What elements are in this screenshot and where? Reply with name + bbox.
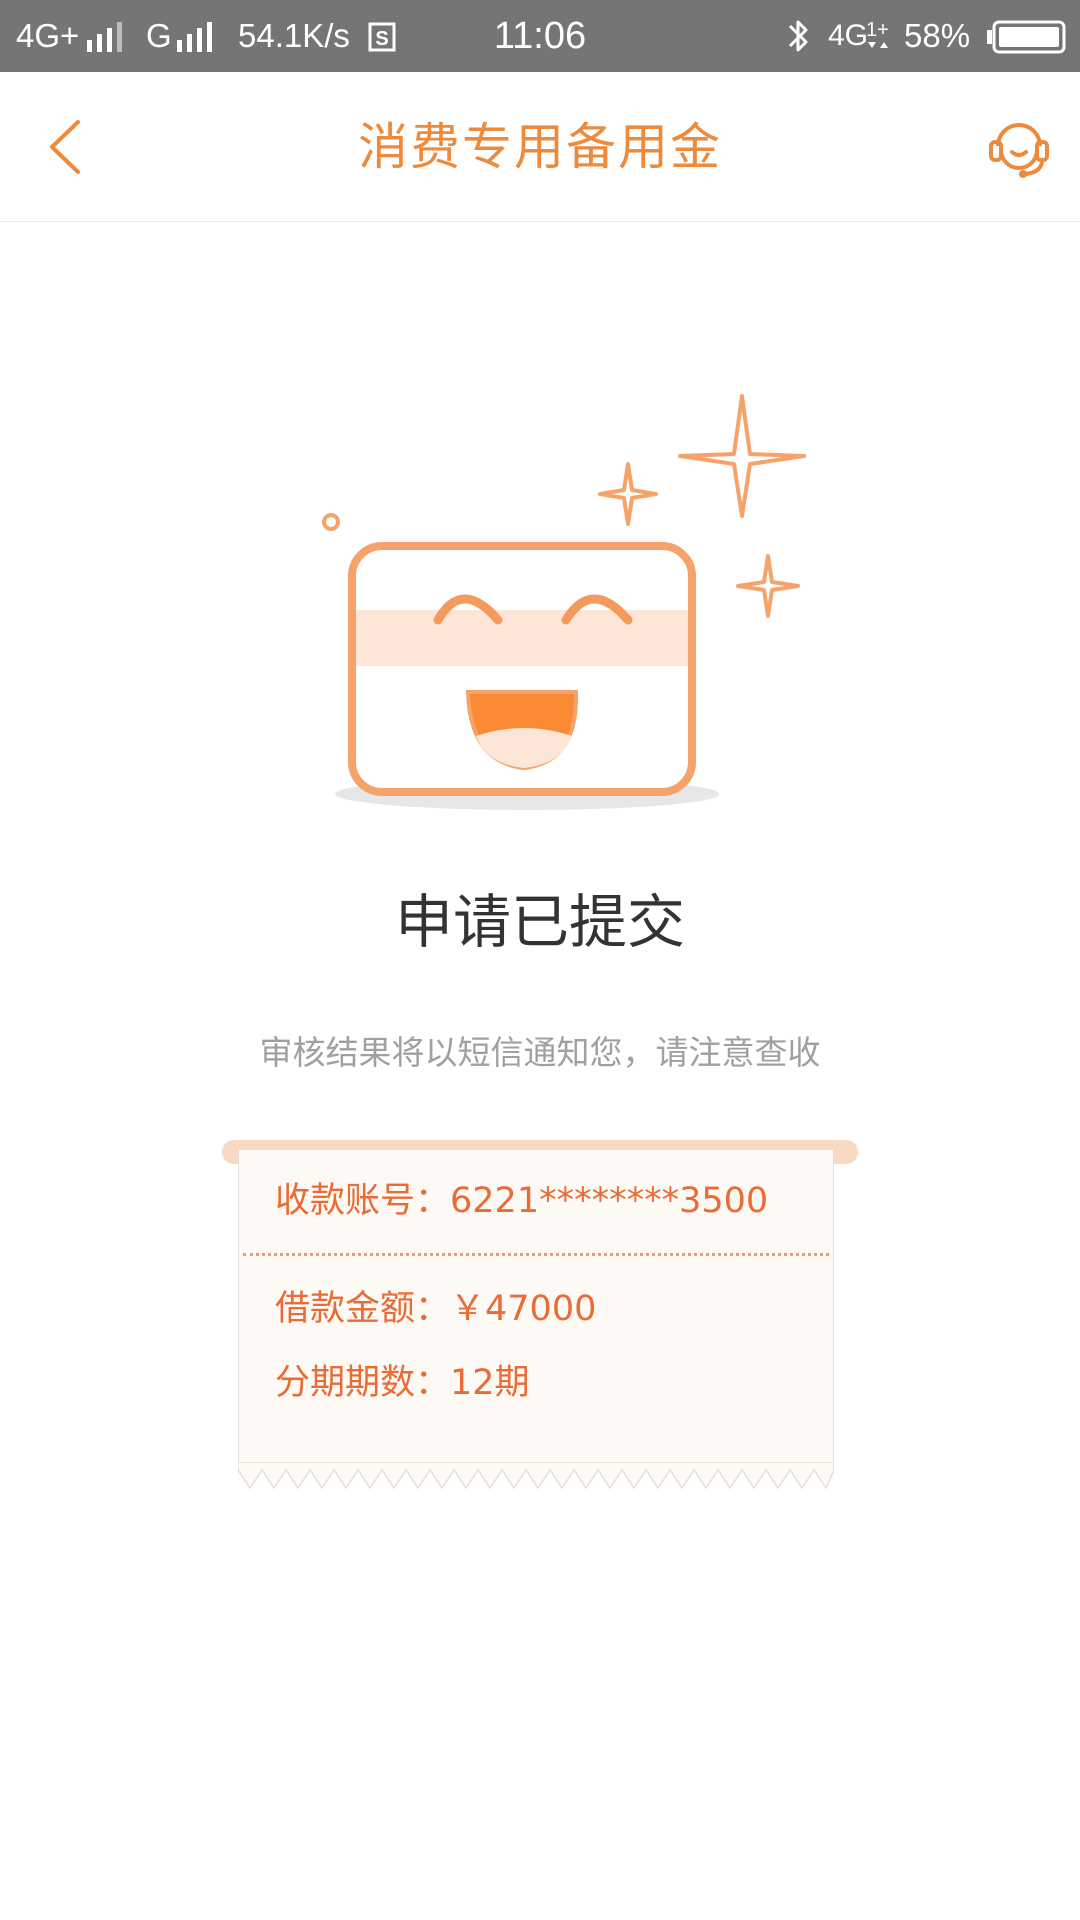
receipt-installments-row: 分期期数：12期 [275, 1358, 530, 1408]
success-card-illustration [322, 394, 806, 810]
data-activity-icon: 1+ [866, 19, 889, 48]
smiling-card-icon [348, 542, 696, 796]
sparkle-circle [322, 513, 340, 531]
customer-service-button[interactable] [986, 114, 1052, 180]
page-title: 消费专用备用金 [358, 118, 722, 176]
status-bar: 4G+ G 54.1K/s S 11:06 4G 1+ 58% [0, 0, 1080, 72]
battery-icon [987, 20, 1066, 54]
navigation-header: 消费专用备用金 [0, 72, 1080, 222]
receipt-paper: 收款账号：6221********3500 借款金额：￥47000 分期期数：1… [238, 1150, 834, 1470]
network-type-data: 4G [828, 19, 869, 52]
receipt-card: 收款账号：6221********3500 借款金额：￥47000 分期期数：1… [238, 1150, 834, 1490]
installments-value: 12期 [450, 1363, 530, 1403]
result-title: 申请已提交 [394, 888, 685, 956]
account-label: 收款账号： [275, 1181, 451, 1221]
receipt-amount-row: 借款金额：￥47000 [275, 1284, 596, 1334]
installments-label: 分期期数： [275, 1363, 451, 1403]
amount-value: ￥47000 [450, 1289, 597, 1329]
svg-text:1+: 1+ [866, 19, 889, 41]
amount-label: 借款金额： [275, 1289, 451, 1329]
receipt-account-row: 收款账号：6221********3500 [275, 1176, 768, 1226]
result-subtitle: 审核结果将以短信通知您，请注意查收 [259, 1033, 821, 1072]
battery-percentage: 58% [904, 17, 971, 54]
customer-service-headset-icon [989, 123, 1049, 178]
receipt-divider [243, 1253, 829, 1256]
account-value: 6221********3500 [450, 1181, 769, 1221]
bluetooth-icon [788, 20, 808, 52]
receipt-torn-edge [238, 1462, 834, 1490]
